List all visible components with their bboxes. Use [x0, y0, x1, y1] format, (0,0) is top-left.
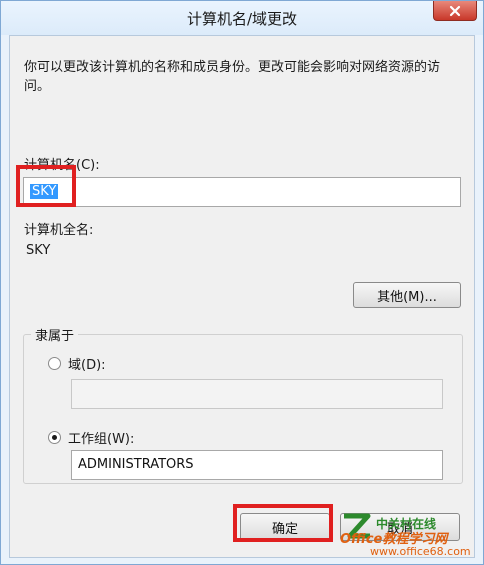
workgroup-label: 工作组(W): — [68, 432, 135, 447]
watermark: 中关村在线 Office教程学习网 www.office68.com — [340, 512, 480, 560]
computer-name-input[interactable]: SKY — [23, 177, 461, 207]
dialog-window: 计算机名/域更改 你可以更改该计算机的名称和成员身份。更改可能会影响对网络资源的… — [0, 0, 484, 565]
member-of-title: 隶属于 — [31, 325, 79, 344]
watermark-line3: www.office68.com — [370, 545, 471, 558]
title-bar: 计算机名/域更改 — [1, 1, 483, 35]
workgroup-radio[interactable] — [48, 431, 61, 444]
other-button[interactable]: 其他(M)... — [353, 282, 461, 308]
ok-button-highlight — [233, 504, 333, 542]
workgroup-input[interactable]: ADMINISTRATORS — [71, 450, 443, 480]
member-of-group: 隶属于 域(D): 工作组(W): ADMINISTRATORS — [23, 325, 463, 484]
computer-name-highlight — [16, 165, 76, 207]
description-text: 你可以更改该计算机的名称和成员身份。更改可能会影响对网络资源的访问。 — [24, 60, 441, 94]
close-button[interactable] — [433, 1, 477, 21]
domain-label: 域(D): — [68, 358, 106, 373]
window-title: 计算机名/域更改 — [186, 10, 298, 28]
domain-input[interactable] — [71, 379, 443, 409]
domain-radio[interactable] — [48, 357, 61, 370]
dialog-content: 你可以更改该计算机的名称和成员身份。更改可能会影响对网络资源的访问。 计算机名(… — [9, 35, 475, 558]
full-name-label: 计算机全名: — [24, 223, 94, 238]
close-icon — [449, 5, 461, 16]
full-name-value: SKY — [26, 243, 51, 258]
